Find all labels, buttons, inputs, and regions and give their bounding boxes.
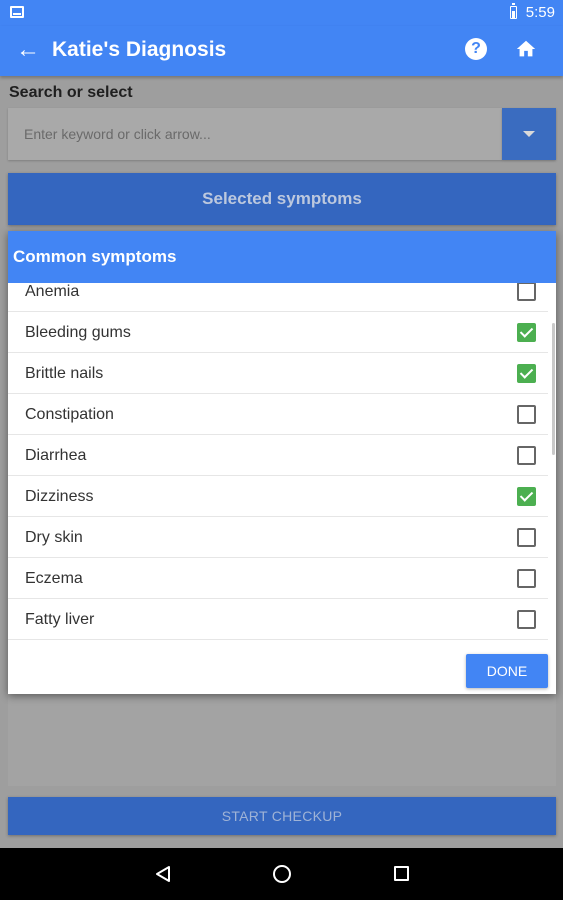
- circle-home-icon[interactable]: [273, 865, 291, 883]
- caret-down-icon: [523, 131, 535, 137]
- page-title: Katie's Diagnosis: [52, 38, 227, 61]
- checkbox[interactable]: [517, 487, 536, 506]
- home-icon[interactable]: [515, 38, 537, 60]
- checkbox[interactable]: [517, 364, 536, 383]
- checkbox[interactable]: [517, 528, 536, 547]
- list-scrollbar[interactable]: [552, 323, 555, 455]
- app-bar: ← Katie's Diagnosis ?: [0, 26, 563, 76]
- symptoms-dialog: Common symptoms Anemia Bleeding gums Bri…: [8, 231, 556, 694]
- checkbox[interactable]: [517, 446, 536, 465]
- square-recent-icon[interactable]: [394, 866, 409, 881]
- symptom-label: Brittle nails: [25, 365, 104, 382]
- symptom-label: Anemia: [25, 283, 80, 300]
- checkbox[interactable]: [517, 323, 536, 342]
- dropdown-button[interactable]: [502, 108, 556, 160]
- symptom-label: Dizziness: [25, 488, 94, 505]
- help-circle-icon[interactable]: ?: [465, 38, 487, 60]
- arrow-left-icon[interactable]: ←: [14, 36, 42, 64]
- checkbox[interactable]: [517, 283, 536, 301]
- list-item[interactable]: Bleeding gums: [8, 312, 548, 353]
- checkbox[interactable]: [517, 569, 536, 588]
- symptom-list[interactable]: Anemia Bleeding gums Brittle nails Const…: [8, 283, 556, 644]
- dialog-title: Common symptoms: [8, 231, 556, 283]
- list-item[interactable]: Diarrhea: [8, 435, 548, 476]
- list-item[interactable]: Eczema: [8, 558, 548, 599]
- list-item[interactable]: Anemia: [8, 283, 548, 312]
- symptom-label: Fatty liver: [25, 611, 95, 628]
- symptom-label: Dry skin: [25, 529, 83, 546]
- search-label: Search or select: [9, 84, 133, 101]
- screenshot-icon: [10, 6, 24, 18]
- search-field: [8, 108, 502, 160]
- checkbox[interactable]: [517, 405, 536, 424]
- symptom-label: Eczema: [25, 570, 83, 587]
- selected-symptoms-button[interactable]: Selected symptoms: [8, 173, 556, 225]
- selected-symptoms-panel: [8, 694, 556, 786]
- checkbox[interactable]: [517, 610, 536, 629]
- battery-icon: [510, 3, 517, 19]
- search-input[interactable]: [8, 108, 502, 160]
- symptom-label: Bleeding gums: [25, 324, 131, 341]
- system-nav-bar: [0, 848, 563, 900]
- list-item[interactable]: Fatty liver: [8, 599, 548, 640]
- list-item[interactable]: Dizziness: [8, 476, 548, 517]
- list-item[interactable]: Dry skin: [8, 517, 548, 558]
- done-button[interactable]: DONE: [466, 654, 548, 688]
- triangle-back-icon[interactable]: [154, 865, 172, 883]
- start-checkup-button[interactable]: START CHECKUP: [8, 797, 556, 835]
- status-bar: 5:59: [0, 0, 563, 26]
- symptom-label: Constipation: [25, 406, 114, 423]
- list-item[interactable]: Constipation: [8, 394, 548, 435]
- list-item[interactable]: Brittle nails: [8, 353, 548, 394]
- symptom-label: Diarrhea: [25, 447, 87, 464]
- status-time: 5:59: [525, 4, 555, 21]
